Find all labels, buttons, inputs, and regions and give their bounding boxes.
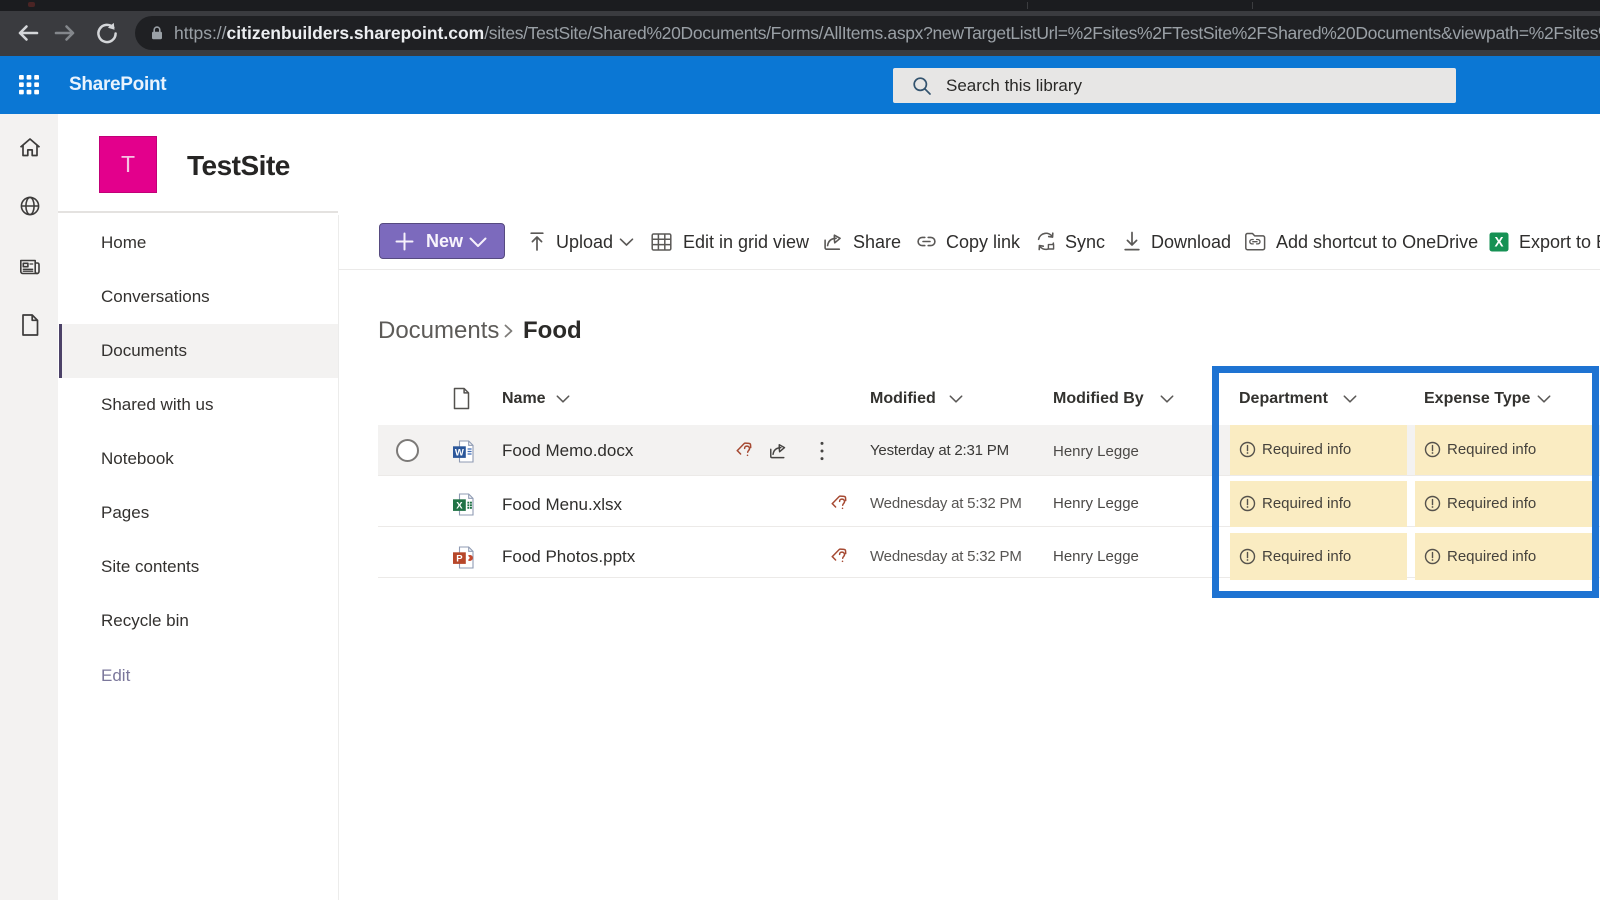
svg-text:W: W (455, 448, 464, 459)
svg-text:X: X (456, 501, 463, 512)
svg-text:X: X (1494, 235, 1503, 250)
svg-text:P: P (456, 554, 463, 565)
